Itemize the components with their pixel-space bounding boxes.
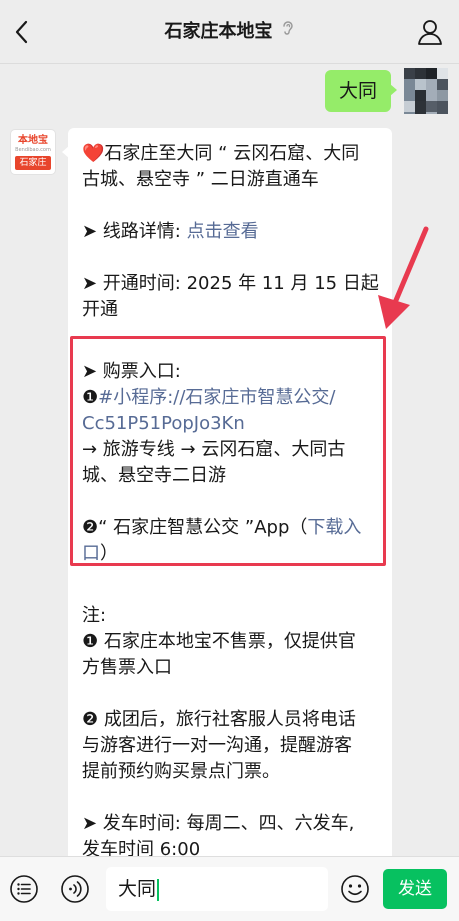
open-time-line-1: ➤ 开通时间: 2025 年 11 月 15 日起: [82, 273, 379, 294]
open-time-line-2: 开通: [82, 299, 118, 320]
ticket-option-2-line-2: 口）: [82, 543, 118, 564]
note-heading: 注:: [82, 605, 107, 626]
message-input[interactable]: 大同: [106, 867, 328, 911]
bot-message-bubble[interactable]: ❤️石家庄至大同 “ 云冈石窟、大同 古城、悬空寺 ” 二日游直通车 ➤ 线路详…: [68, 128, 392, 863]
message-input-value: 大同: [118, 878, 157, 900]
red-arrow-annotation: [378, 226, 429, 329]
top-bar: 石家庄本地宝: [0, 0, 459, 64]
heart-icon: ❤️: [82, 143, 105, 164]
route-detail-line: ➤ 线路详情: 点击查看: [82, 221, 259, 242]
ticket-heading: ➤ 购票入口:: [82, 361, 181, 382]
note-1-line-1: ❶ 石家庄本地宝不售票，仅提供官: [82, 631, 356, 652]
avatar-logo-city: 石家庄: [15, 156, 51, 170]
download-link-cont[interactable]: 口: [82, 543, 100, 564]
menu-list-icon[interactable]: [9, 874, 39, 904]
avatar-logo-text: 本地宝: [18, 135, 48, 146]
download-link[interactable]: 下载入: [307, 517, 361, 538]
ticket-option-2-line-1: ❷“ 石家庄智慧公交 ”App（下载入: [82, 517, 362, 538]
ticket-option-1-line-3: → 旅游专线 → 云冈石窟、大同古: [82, 439, 346, 460]
note-1-line-2: 方售票入口: [82, 657, 172, 678]
mini-program-link[interactable]: #小程序://石家庄市智慧公交/: [98, 387, 335, 408]
ear-icon: [281, 18, 295, 46]
note-2-line-1: ❷ 成团后，旅行社客服人员将电话: [82, 709, 356, 730]
mini-program-link-cont[interactable]: Cc51P51PopJo3Kn: [82, 411, 382, 437]
my-message-bubble[interactable]: 大同: [324, 70, 398, 112]
my-avatar[interactable]: [404, 68, 448, 114]
send-button[interactable]: 发送: [383, 869, 447, 909]
article-title-line-1: ❤️石家庄至大同 “ 云冈石窟、大同: [82, 143, 360, 164]
text-caret: [157, 878, 160, 901]
voice-icon[interactable]: [60, 874, 90, 904]
ticket-option-1-line-1: ❶#小程序://石家庄市智慧公交/: [82, 387, 336, 408]
page-title: 石家庄本地宝: [164, 21, 273, 42]
user-icon[interactable]: [417, 18, 443, 46]
note-2-line-2: 与游客进行一对一沟通，提醒游客: [82, 735, 352, 756]
article-title-line-2: 古城、悬空寺 ” 二日游直通车: [82, 169, 319, 190]
ticket-option-1-line-4: 城、悬空寺二日游: [82, 465, 226, 486]
route-detail-link[interactable]: 点击查看: [187, 221, 259, 242]
note-2-line-3: 提前预约购买景点门票。: [82, 761, 280, 782]
departure-line-1: ➤ 发车时间: 每周二、四、六发车,: [82, 813, 355, 834]
input-bar: 大同 发送: [0, 856, 459, 921]
account-avatar[interactable]: 本地宝 Bendibao.com 石家庄: [11, 130, 55, 174]
emoji-icon[interactable]: [340, 874, 370, 904]
avatar-logo-subtext: Bendibao.com: [15, 147, 51, 153]
